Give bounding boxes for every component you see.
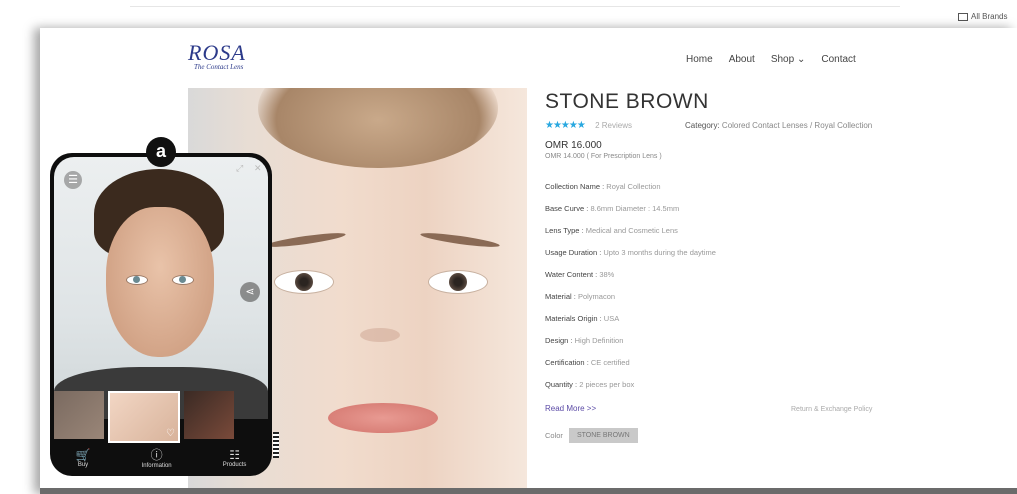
spec-row: Material : Polymacon — [545, 292, 616, 301]
color-selector: Color STONE BROWN — [545, 428, 985, 443]
model-right-eye — [172, 275, 194, 285]
price-note: OMR 14.000 ( For Prescription Lens ) — [545, 153, 662, 160]
heart-icon[interactable]: ♡ — [166, 428, 175, 439]
brand-badge-icon: a — [146, 137, 176, 167]
model-face — [106, 207, 214, 357]
size-ruler-icon — [273, 432, 279, 458]
spec-key: Water Content — [545, 270, 594, 279]
spec-key: Design — [545, 336, 569, 345]
read-more-row: Read More >> Return & Exchange Policy — [545, 404, 985, 424]
color-label: Color — [545, 431, 563, 440]
tab-information[interactable]: ⓘ Information — [142, 446, 172, 469]
main-nav: Home About Shop ⌄ Contact — [686, 54, 856, 65]
model-left-eye — [126, 275, 148, 285]
lens-thumbnails: ♡ — [54, 391, 268, 443]
spec-value: USA — [603, 314, 620, 323]
hero-nose — [360, 328, 400, 342]
spec-value: CE certified — [590, 358, 630, 367]
menu-icon[interactable]: ☰ — [64, 171, 82, 189]
bottom-bar — [40, 488, 1017, 494]
virtual-try-on-widget: ☰ ⤢ ✕ ⋖ ♡ 🛒 Buy ⓘ Information ☷ Products — [50, 153, 272, 476]
hero-right-brow — [419, 230, 501, 250]
spec-value: 8.6mm Diameter : 14.5mm — [590, 204, 680, 213]
spec-value: Medical and Cosmetic Lens — [585, 226, 678, 235]
top-divider — [130, 6, 900, 7]
reviews-link[interactable]: 2 Reviews — [595, 121, 632, 130]
spec-row: Collection Name : Royal Collection — [545, 182, 661, 191]
hero-left-eye — [274, 270, 334, 294]
spec-value: Polymacon — [577, 292, 616, 301]
thumbnail-1[interactable] — [54, 391, 104, 439]
window-icon — [958, 12, 968, 21]
spec-value: Royal Collection — [606, 182, 661, 191]
thumbnail-selected[interactable]: ♡ — [108, 391, 180, 443]
grid-icon: ☷ — [229, 447, 240, 462]
spec-row: Usage Duration : Upto 3 months during th… — [545, 248, 716, 257]
top-account-link[interactable]: All Brands — [958, 12, 1007, 21]
spec-row: Water Content : 38% — [545, 270, 615, 279]
tab-information-label: Information — [141, 463, 172, 469]
spec-key: Certification — [545, 358, 585, 367]
spec-row: Design : High Definition — [545, 336, 624, 345]
category-label: Category: — [685, 121, 720, 130]
hero-left-brow — [265, 230, 347, 250]
nav-shop[interactable]: Shop ⌄ — [771, 54, 806, 65]
spec-row: Materials Origin : USA — [545, 314, 620, 323]
product-title: STONE BROWN — [545, 90, 709, 113]
tab-products-label: Products — [222, 461, 247, 468]
spec-value: 2 pieces per box — [579, 380, 635, 389]
spec-key: Quantity — [545, 380, 573, 389]
spec-row: Lens Type : Medical and Cosmetic Lens — [545, 226, 678, 235]
nav-home[interactable]: Home — [686, 54, 713, 65]
share-icon[interactable]: ⋖ — [240, 282, 260, 302]
close-icon[interactable]: ✕ — [254, 163, 262, 174]
site-header: ROSA The Contact Lens Home About Shop ⌄ … — [40, 28, 1017, 88]
product-price: OMR 16.000 — [545, 140, 602, 151]
spec-row: Base Curve : 8.6mm Diameter : 14.5mm — [545, 204, 680, 213]
hero-hair — [258, 88, 498, 168]
logo-tagline: The Contact Lens — [194, 63, 244, 71]
nav-contact[interactable]: Contact — [821, 54, 855, 65]
rating-stars: ★★★★★ — [545, 120, 586, 131]
category-link[interactable]: Colored Contact Lenses / Royal Collectio… — [722, 121, 872, 130]
spec-row: Certification : CE certified — [545, 358, 630, 367]
rating-row: ★★★★★ 2 Reviews Category: Colored Contac… — [545, 120, 985, 134]
spec-row: Quantity : 2 pieces per box — [545, 380, 635, 389]
spec-key: Usage Duration — [545, 248, 598, 257]
returns-policy-link[interactable]: Return & Exchange Policy — [791, 406, 872, 413]
read-more-link[interactable]: Read More >> — [545, 404, 596, 413]
hero-lips — [328, 403, 438, 433]
spec-key: Materials Origin — [545, 314, 598, 323]
spec-key: Base Curve — [545, 204, 585, 213]
thumbnail-3[interactable] — [184, 391, 234, 439]
spec-value: High Definition — [574, 336, 624, 345]
site-logo[interactable]: ROSA The Contact Lens — [188, 40, 246, 71]
try-on-camera-view: ☰ ⤢ ✕ ⋖ — [54, 157, 268, 419]
color-option-chip[interactable]: STONE BROWN — [568, 428, 638, 443]
spec-key: Collection Name — [545, 182, 601, 191]
info-icon: ⓘ — [150, 448, 163, 462]
cart-icon: 🛒 — [75, 447, 91, 462]
top-account-label: All Brands — [971, 12, 1008, 21]
spec-value: 38% — [599, 270, 615, 279]
spec-list: Collection Name : Royal Collection Base … — [545, 182, 985, 402]
hero-right-eye — [428, 270, 488, 294]
nav-about[interactable]: About — [729, 54, 755, 65]
tab-buy-label: Buy — [77, 461, 89, 468]
product-info: STONE BROWN ★★★★★ 2 Reviews Category: Co… — [545, 90, 985, 443]
spec-key: Material — [545, 292, 572, 301]
tab-buy[interactable]: 🛒 Buy — [76, 448, 91, 468]
spec-key: Lens Type — [545, 226, 580, 235]
category-line: Category: Colored Contact Lenses / Royal… — [685, 121, 872, 130]
widget-tab-bar: 🛒 Buy ⓘ Information ☷ Products — [50, 439, 272, 476]
tab-products[interactable]: ☷ Products — [223, 448, 247, 468]
spec-value: Upto 3 months during the daytime — [603, 248, 716, 257]
minimize-icon[interactable]: ⤢ — [236, 163, 243, 174]
